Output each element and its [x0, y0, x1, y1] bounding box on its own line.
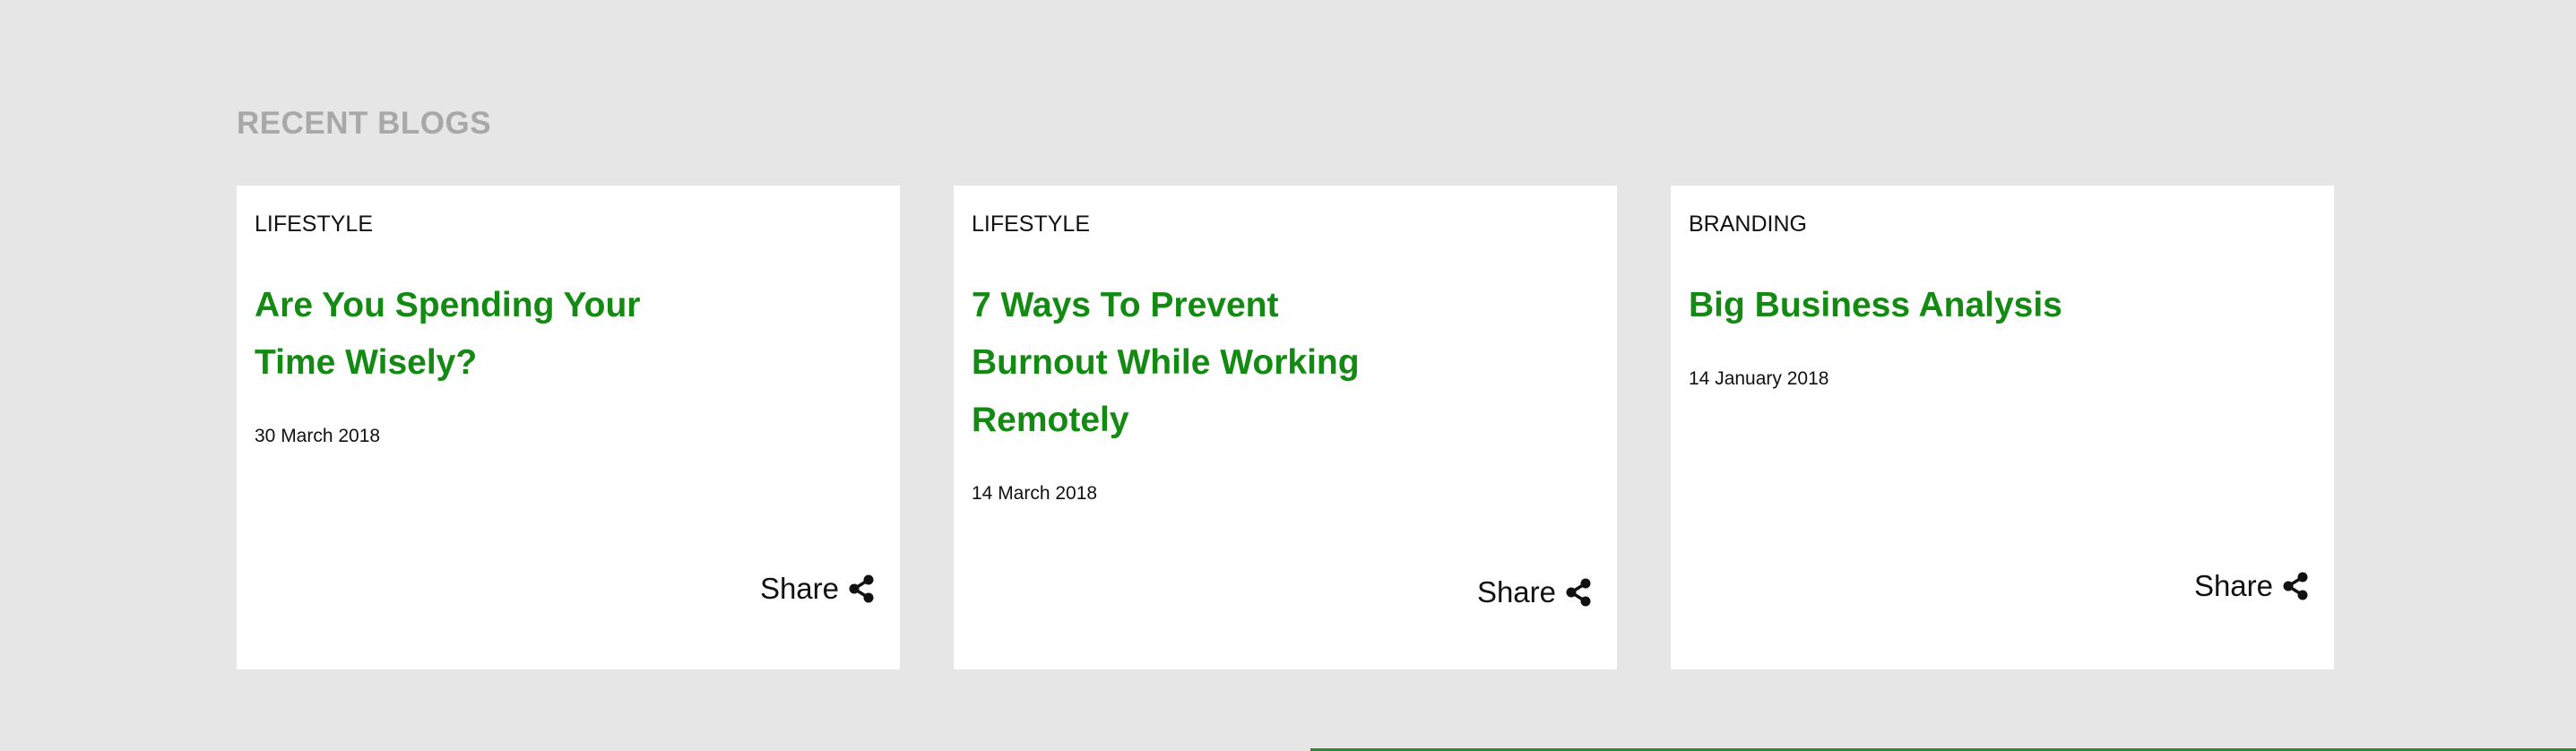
- share-label: Share: [2193, 569, 2273, 602]
- blog-card: LIFESTYLE Are You Spending Your Time Wis…: [237, 186, 900, 669]
- blog-category[interactable]: LIFESTYLE: [972, 209, 1599, 239]
- share-button[interactable]: Share: [2194, 568, 2309, 604]
- blog-date: 30 March 2018: [255, 426, 381, 446]
- blog-title[interactable]: Are You Spending Your Time Wisely?: [255, 277, 676, 392]
- share-label: Share: [1476, 575, 1556, 609]
- section-title: RECENT BLOGS: [237, 106, 492, 141]
- share-icon: [849, 574, 874, 603]
- blog-category[interactable]: BRANDING: [1689, 209, 2316, 239]
- blog-category[interactable]: LIFESTYLE: [255, 209, 882, 239]
- share-icon: [2283, 572, 2308, 600]
- blog-cards: LIFESTYLE Are You Spending Your Time Wis…: [237, 186, 2334, 669]
- share-label: Share: [759, 572, 839, 605]
- blog-date: 14 March 2018: [972, 483, 1098, 504]
- blog-title[interactable]: Big Business Analysis: [1689, 277, 2110, 334]
- share-icon: [1566, 578, 1591, 607]
- blog-date: 14 January 2018: [1689, 368, 1829, 389]
- share-button[interactable]: Share: [1477, 574, 1592, 610]
- share-button[interactable]: Share: [760, 571, 875, 607]
- blog-title[interactable]: 7 Ways To Prevent Burnout While Working …: [972, 277, 1393, 449]
- blog-card: LIFESTYLE 7 Ways To Prevent Burnout Whil…: [954, 186, 1617, 669]
- blog-card: BRANDING Big Business Analysis 14 Januar…: [1671, 186, 2334, 669]
